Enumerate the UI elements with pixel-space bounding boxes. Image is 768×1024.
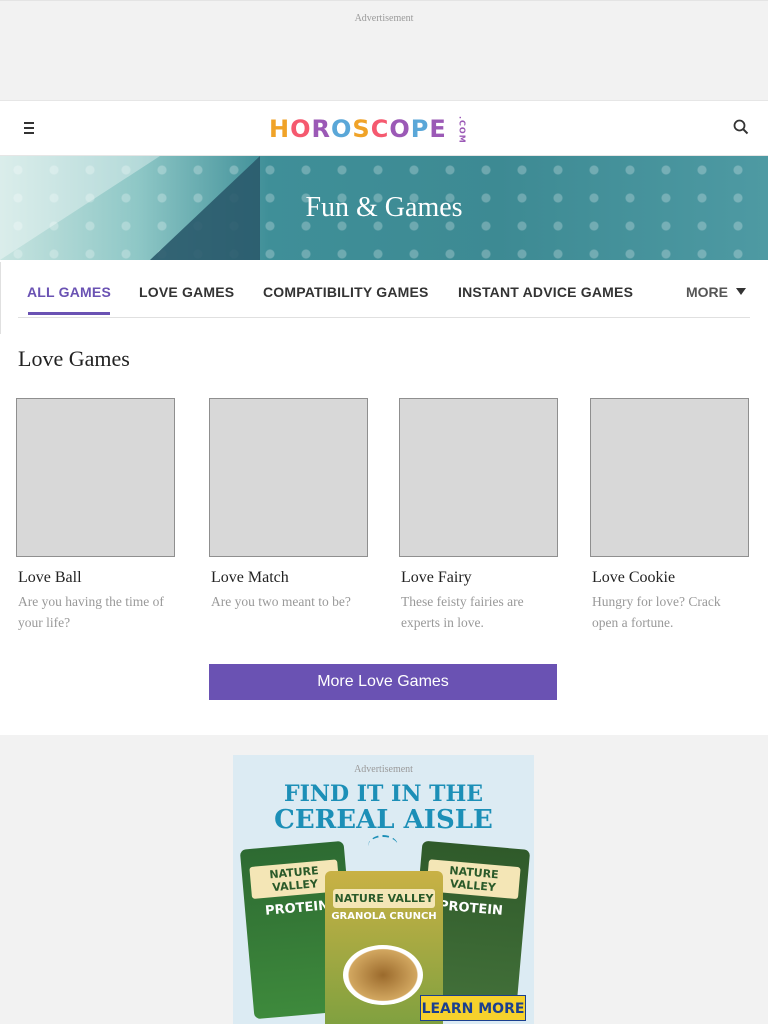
ad-headline: FIND IT IN THE CEREAL AISLE: [274, 781, 493, 835]
cereal-bowl-image: [343, 945, 423, 1005]
game-description: These feisty fairies are experts in love…: [401, 594, 524, 630]
game-description: Hungry for love? Crack open a fortune.: [592, 594, 721, 630]
active-tab-indicator: [28, 312, 110, 315]
page-title: Fun & Games: [305, 192, 463, 223]
hamburger-menu-icon[interactable]: [22, 119, 40, 137]
game-description: Are you having the time of your life?: [18, 594, 164, 630]
ad-label: Advertisement: [354, 764, 413, 775]
search-icon[interactable]: [733, 119, 749, 135]
tab-compatibility-games[interactable]: COMPATIBILITY GAMES: [263, 284, 429, 300]
game-card-love-ball[interactable]: Love Ball Are you having the time of you…: [16, 398, 176, 633]
ad-decoration: [368, 835, 398, 857]
top-advertisement[interactable]: Advertisement: [0, 0, 768, 100]
game-title[interactable]: Love Ball: [16, 569, 176, 587]
section-title: Love Games: [18, 346, 130, 371]
tab-more[interactable]: MORE: [686, 284, 746, 300]
game-title[interactable]: Love Fairy: [399, 569, 559, 587]
tab-more-label: MORE: [686, 284, 728, 300]
caret-down-icon: [736, 288, 746, 295]
tab-love-games[interactable]: LOVE GAMES: [139, 284, 234, 300]
game-description: Are you two meant to be?: [211, 594, 351, 609]
learn-more-button[interactable]: LEARN MORE: [420, 995, 526, 1021]
game-title[interactable]: Love Match: [209, 569, 369, 587]
category-tabs: ALL GAMES LOVE GAMES COMPATIBILITY GAMES…: [18, 262, 750, 318]
game-thumbnail[interactable]: [16, 398, 175, 557]
ad-label: Advertisement: [354, 13, 414, 24]
hero-banner: Fun & Games: [0, 156, 768, 260]
bottom-advertisement[interactable]: Advertisement FIND IT IN THE CEREAL AISL…: [233, 755, 534, 1024]
game-thumbnail[interactable]: [590, 398, 749, 557]
tab-instant-advice-games[interactable]: INSTANT ADVICE GAMES: [458, 284, 633, 300]
game-card-love-fairy[interactable]: Love Fairy These feisty fairies are expe…: [399, 398, 559, 633]
more-love-games-button[interactable]: More Love Games: [209, 664, 557, 700]
game-thumbnail[interactable]: [399, 398, 558, 557]
game-title[interactable]: Love Cookie: [590, 569, 750, 587]
site-header: HOROSCOPE .COM: [0, 100, 768, 156]
game-thumbnail[interactable]: [209, 398, 368, 557]
game-card-love-cookie[interactable]: Love Cookie Hungry for love? Crack open …: [590, 398, 750, 633]
site-logo[interactable]: HOROSCOPE .COM: [269, 115, 476, 144]
game-card-love-match[interactable]: Love Match Are you two meant to be?: [209, 398, 369, 612]
tab-all-games[interactable]: ALL GAMES: [27, 284, 111, 300]
